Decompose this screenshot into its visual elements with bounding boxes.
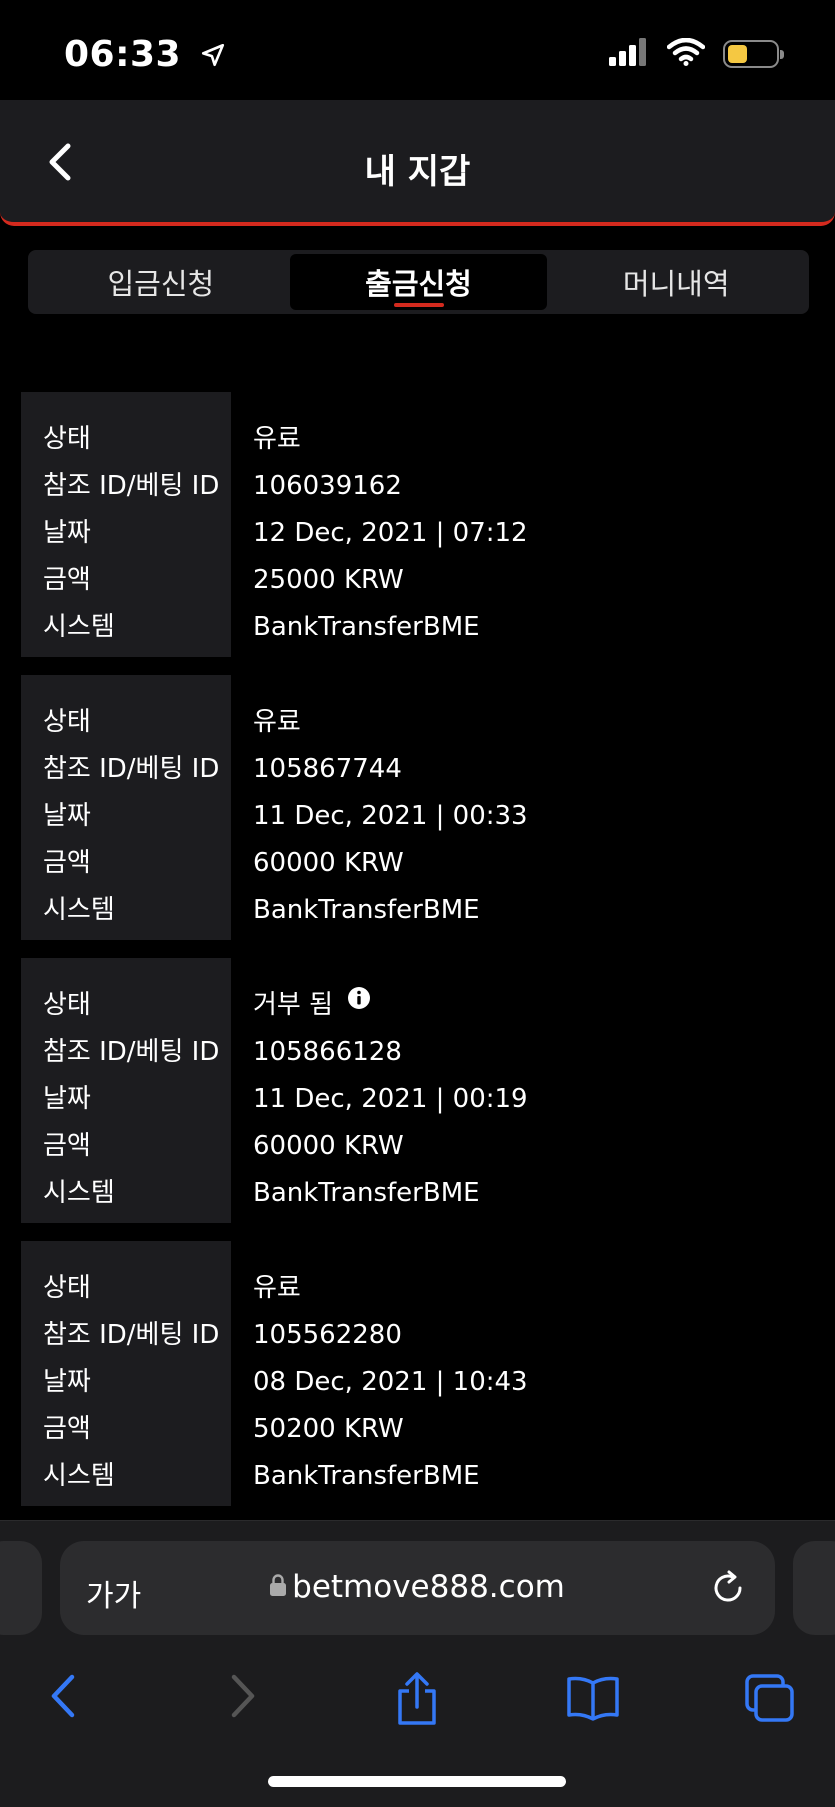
previous-tab-pill[interactable] <box>0 1541 42 1635</box>
location-arrow-icon <box>200 36 226 77</box>
status-time: 06:33 <box>64 34 226 77</box>
status-value: 유료 <box>253 1273 301 1303</box>
tab-money-history[interactable]: 머니내역 <box>547 254 805 310</box>
ref-id-label: 참조 ID/베팅 ID <box>43 754 220 784</box>
tab-withdraw-request[interactable]: 출금신청 <box>289 254 548 310</box>
system-value: BankTransferBME <box>253 612 480 642</box>
status-value: 거부 됨 <box>253 990 334 1020</box>
url-field[interactable]: betmove888.com <box>60 1569 775 1605</box>
wifi-icon <box>666 37 706 70</box>
battery-icon <box>723 40 784 68</box>
record-card: 상태 참조 ID/베팅 ID 날짜 금액 시스템 거부 됨 105866128 … <box>21 958 821 1223</box>
ref-id-label: 참조 ID/베팅 ID <box>43 1037 220 1067</box>
amount-value: 50200 KRW <box>253 1414 404 1444</box>
system-value: BankTransferBME <box>253 1461 480 1491</box>
ref-id-value: 105562280 <box>253 1320 402 1350</box>
page-title: 내 지갑 <box>364 152 471 192</box>
amount-label: 금액 <box>43 565 91 595</box>
record-card: 상태 참조 ID/베팅 ID 날짜 금액 시스템 유료 106039162 12… <box>21 392 821 657</box>
ref-id-label: 참조 ID/베팅 ID <box>43 471 220 501</box>
record-value-column: 유료 106039162 12 Dec, 2021 | 07:12 25000 … <box>231 392 528 657</box>
info-icon[interactable] <box>347 979 371 1026</box>
browser-bottom-bar: 가가 betmove888.com <box>0 1520 835 1807</box>
ref-id-value: 105867744 <box>253 754 402 784</box>
date-label: 날짜 <box>43 801 91 831</box>
amount-value: 25000 KRW <box>253 565 404 595</box>
system-label: 시스템 <box>43 895 115 925</box>
record-card: 상태 참조 ID/베팅 ID 날짜 금액 시스템 유료 105562280 08… <box>21 1241 821 1506</box>
date-value: 12 Dec, 2021 | 07:12 <box>253 518 528 548</box>
page-header: 내 지갑 <box>0 100 835 226</box>
record-value-column: 유료 105562280 08 Dec, 2021 | 10:43 50200 … <box>231 1241 528 1506</box>
wallet-tabs: 입금신청 출금신청 머니내역 <box>28 250 809 314</box>
amount-label: 금액 <box>43 1414 91 1444</box>
ref-id-value: 106039162 <box>253 471 402 501</box>
clock-text: 06:33 <box>64 34 182 75</box>
system-value: BankTransferBME <box>253 1178 480 1208</box>
back-arrow-icon[interactable] <box>46 1671 80 1725</box>
amount-label: 금액 <box>43 848 91 878</box>
status-value-row: 거부 됨 <box>253 982 528 1029</box>
date-label: 날짜 <box>43 1084 91 1114</box>
record-value-column: 거부 됨 105866128 11 Dec, 2021 | 00:19 6000… <box>231 958 528 1223</box>
status-value: 유료 <box>253 707 301 737</box>
bookmarks-icon[interactable] <box>566 1675 620 1725</box>
record-label-column: 상태 참조 ID/베팅 ID 날짜 금액 시스템 <box>21 1241 231 1506</box>
record-card: 상태 참조 ID/베팅 ID 날짜 금액 시스템 유료 105867744 11… <box>21 675 821 940</box>
system-label: 시스템 <box>43 1461 115 1491</box>
record-label-column: 상태 참조 ID/베팅 ID 날짜 금액 시스템 <box>21 392 231 657</box>
lock-icon <box>270 1568 287 1604</box>
system-label: 시스템 <box>43 1178 115 1208</box>
record-label-column: 상태 참조 ID/베팅 ID 날짜 금액 시스템 <box>21 958 231 1223</box>
status-label: 상태 <box>43 424 91 454</box>
amount-label: 금액 <box>43 1131 91 1161</box>
date-label: 날짜 <box>43 1367 91 1397</box>
ref-id-label: 참조 ID/베팅 ID <box>43 1320 220 1350</box>
next-tab-pill[interactable] <box>793 1541 835 1635</box>
date-value: 11 Dec, 2021 | 00:19 <box>253 1084 528 1114</box>
date-value: 08 Dec, 2021 | 10:43 <box>253 1367 528 1397</box>
tab-deposit-request[interactable]: 입금신청 <box>32 254 290 310</box>
forward-arrow-icon[interactable] <box>226 1671 260 1725</box>
share-icon[interactable] <box>394 1671 440 1731</box>
address-bar[interactable]: 가가 betmove888.com <box>60 1541 775 1635</box>
date-value: 11 Dec, 2021 | 00:33 <box>253 801 528 831</box>
cellular-signal-icon <box>609 38 649 70</box>
home-indicator[interactable] <box>268 1776 566 1787</box>
tabs-icon[interactable] <box>744 1673 796 1727</box>
record-value-column: 유료 105867744 11 Dec, 2021 | 00:33 60000 … <box>231 675 528 940</box>
withdrawal-records: 상태 참조 ID/베팅 ID 날짜 금액 시스템 유료 106039162 12… <box>21 392 821 1524</box>
date-label: 날짜 <box>43 518 91 548</box>
status-label: 상태 <box>43 1273 91 1303</box>
amount-value: 60000 KRW <box>253 848 404 878</box>
browser-toolbar <box>0 1661 835 1741</box>
system-value: BankTransferBME <box>253 895 480 925</box>
system-label: 시스템 <box>43 612 115 642</box>
reload-icon[interactable] <box>709 1569 747 1611</box>
status-label: 상태 <box>43 990 91 1020</box>
status-label: 상태 <box>43 707 91 737</box>
amount-value: 60000 KRW <box>253 1131 404 1161</box>
url-text: betmove888.com <box>292 1569 565 1605</box>
record-label-column: 상태 참조 ID/베팅 ID 날짜 금액 시스템 <box>21 675 231 940</box>
status-value: 유료 <box>253 424 301 454</box>
ref-id-value: 105866128 <box>253 1037 402 1067</box>
status-bar: 06:33 <box>0 0 835 100</box>
